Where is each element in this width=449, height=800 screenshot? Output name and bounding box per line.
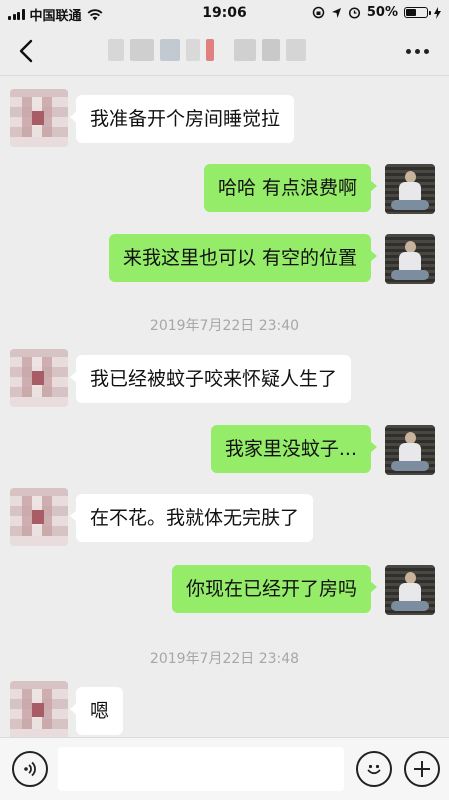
message-bubble-outgoing[interactable]: 来我这里也可以 有空的位置 <box>108 234 378 282</box>
avatar-self[interactable] <box>385 425 435 475</box>
battery-icon <box>404 7 431 18</box>
timestamp: 2019年7月22日 23:48 <box>149 651 300 667</box>
avatar-self[interactable] <box>385 565 435 615</box>
message-bubble-incoming[interactable]: 嗯 <box>69 687 124 735</box>
message-bubble-incoming[interactable]: 我准备开个房间睡觉拉 <box>69 95 295 143</box>
message-input[interactable] <box>58 747 344 791</box>
timestamp: 2019年7月22日 23:40 <box>149 318 300 334</box>
contact-name-blurred <box>108 39 306 61</box>
avatar-contact[interactable] <box>10 681 68 739</box>
avatar-contact[interactable] <box>10 89 68 147</box>
alarm-icon <box>348 7 360 19</box>
charging-icon <box>434 6 441 19</box>
rotation-lock-icon <box>312 6 325 19</box>
avatar-contact[interactable] <box>10 488 68 546</box>
message-bubble-outgoing[interactable]: 你现在已经开了房吗 <box>171 565 378 613</box>
input-bar <box>0 737 449 800</box>
avatar-self[interactable] <box>385 234 435 284</box>
plus-icon[interactable] <box>404 751 440 787</box>
voice-icon[interactable] <box>12 751 48 787</box>
battery-percent: 50% <box>366 5 398 20</box>
avatar-contact[interactable] <box>10 349 68 407</box>
message-bubble-outgoing[interactable]: 哈哈 有点浪费啊 <box>203 164 378 212</box>
chat-header <box>0 26 449 76</box>
location-icon <box>331 7 341 18</box>
message-bubble-outgoing[interactable]: 我家里没蚊子... <box>210 425 378 473</box>
message-bubble-incoming[interactable]: 我已经被蚊子咬来怀疑人生了 <box>69 355 352 403</box>
emoji-icon[interactable] <box>356 751 392 787</box>
chevron-left-icon[interactable] <box>12 36 42 66</box>
avatar-self[interactable] <box>385 164 435 214</box>
chat-area[interactable]: 我准备开个房间睡觉拉 哈哈 有点浪费啊 来我这里也可以 有空的位置 2019年7… <box>0 77 449 739</box>
status-right: 50% <box>312 5 441 20</box>
message-bubble-incoming[interactable]: 在不花。我就体无完肤了 <box>69 494 314 542</box>
status-bar: 中国联通 19:06 50% <box>0 0 449 26</box>
more-dots-icon[interactable] <box>397 38 437 64</box>
